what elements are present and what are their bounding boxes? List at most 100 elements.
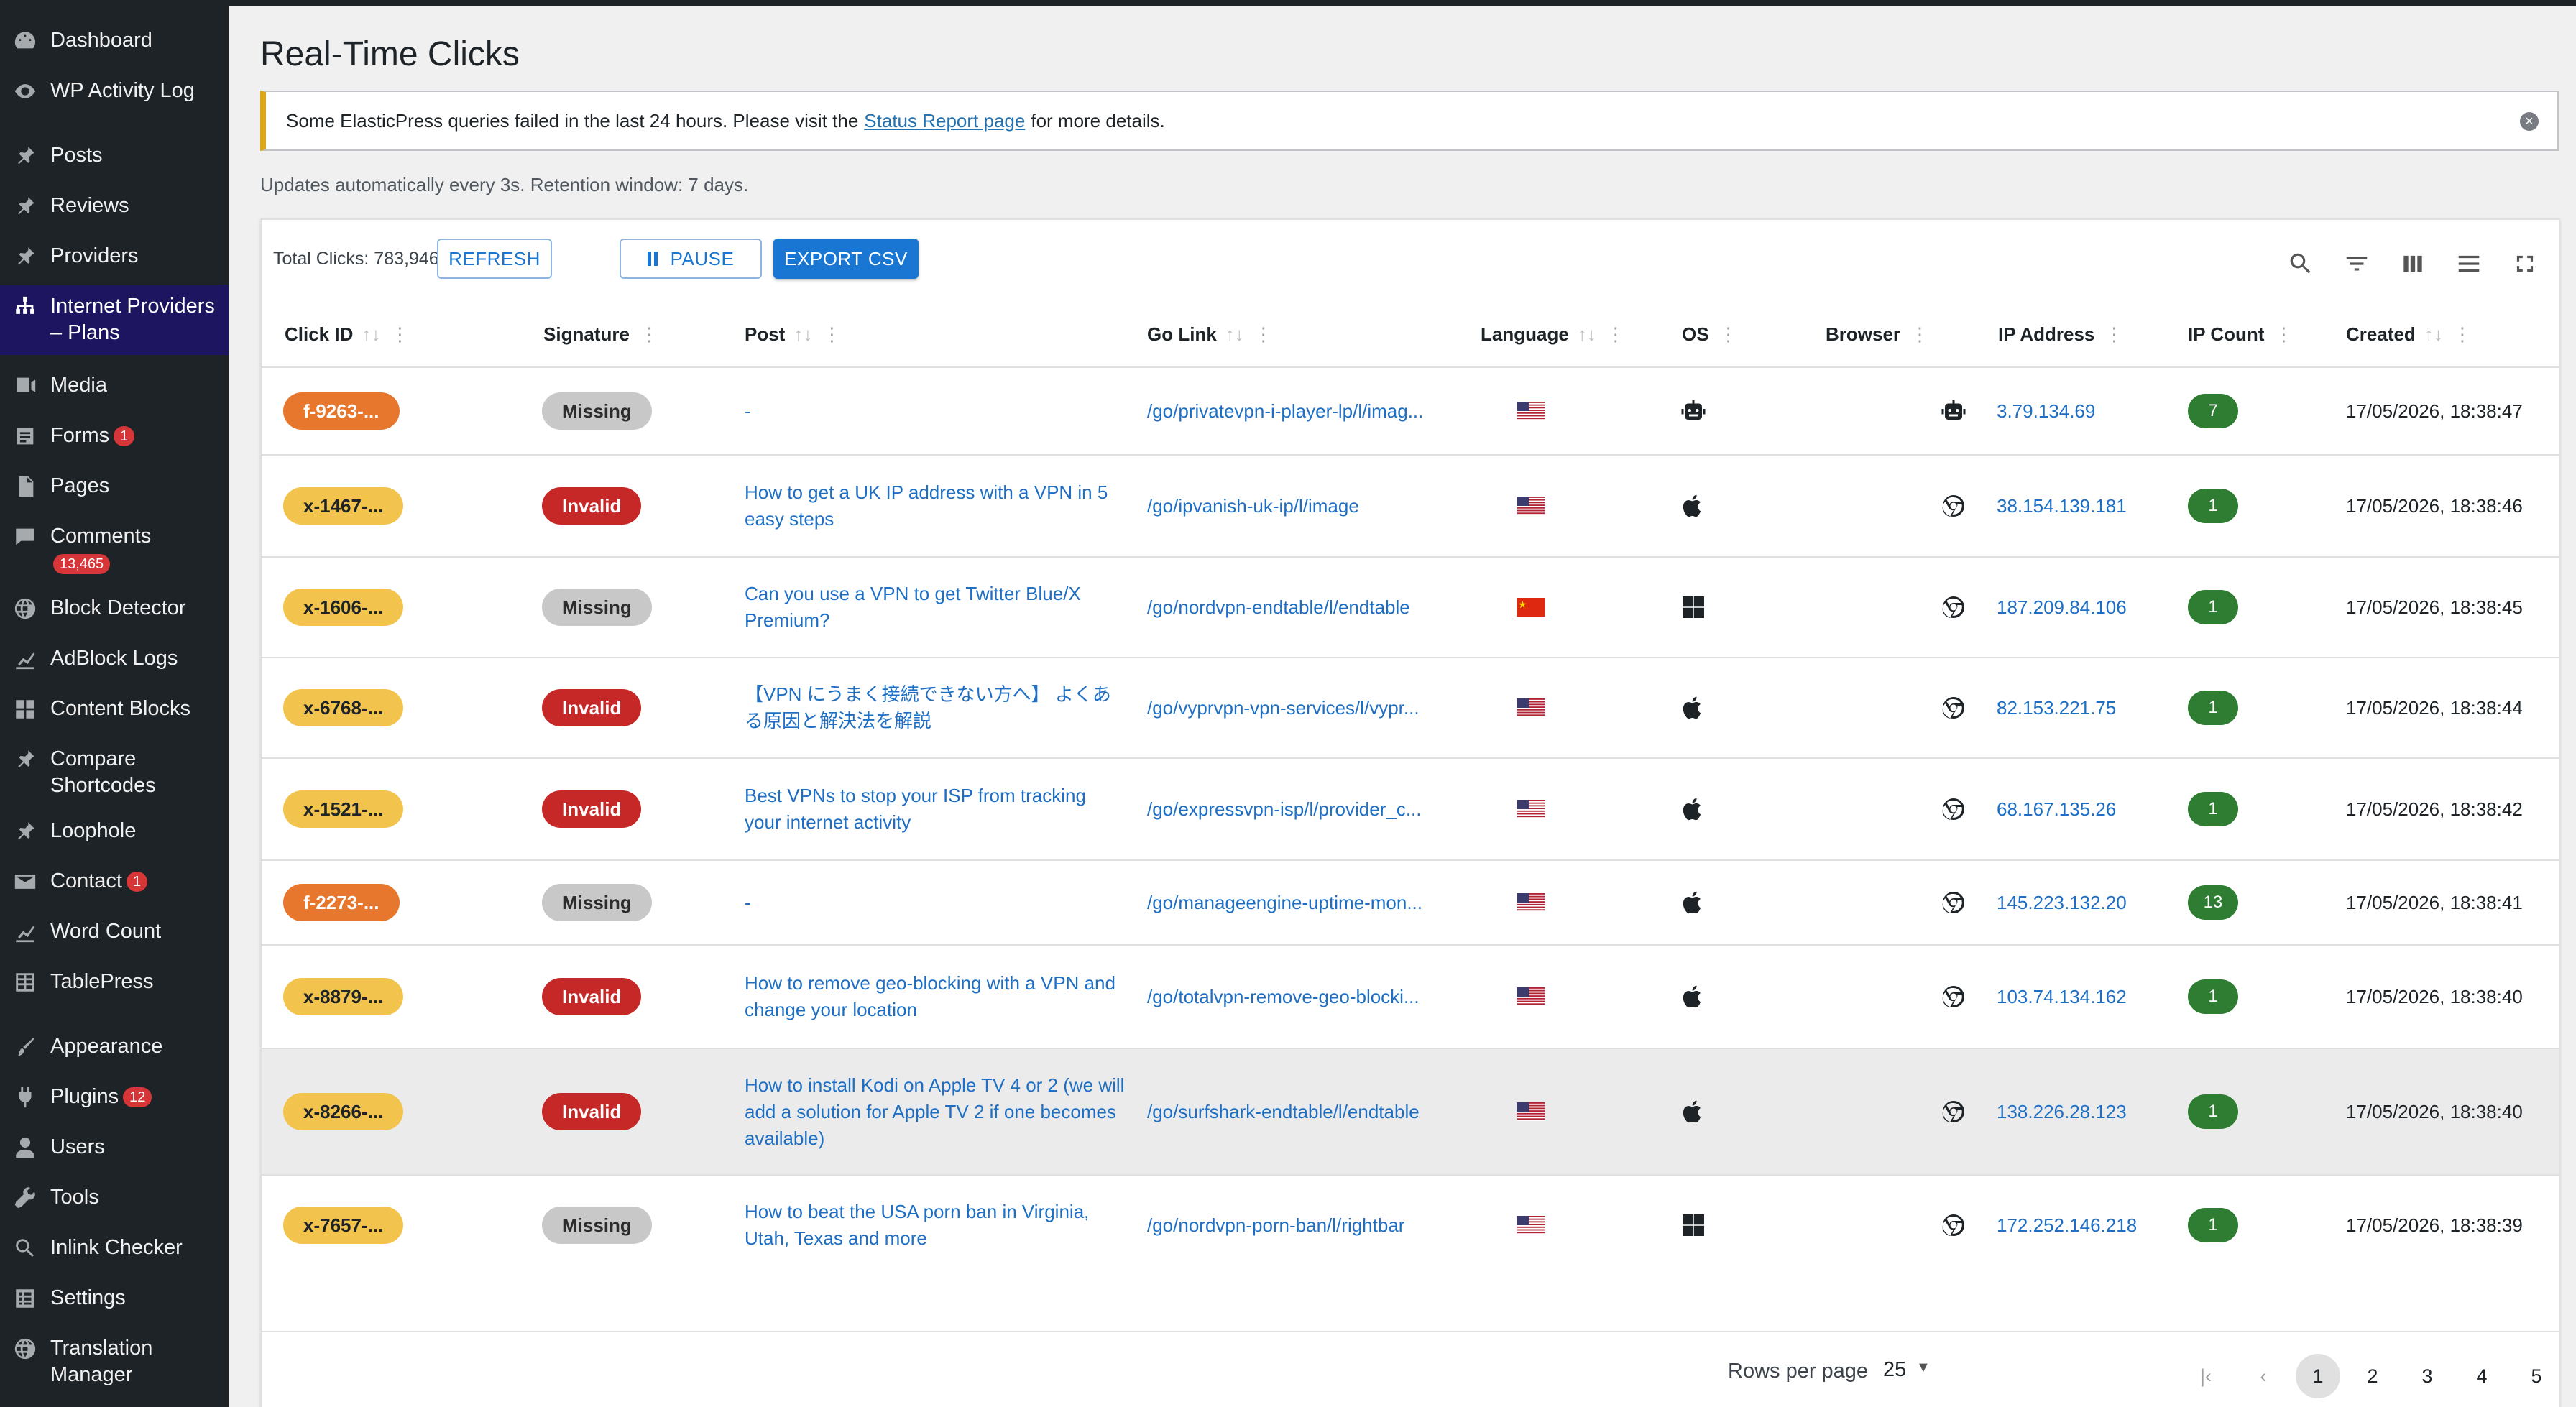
sidebar-item-loophole[interactable]: Loophole [0, 818, 229, 844]
post-link[interactable]: 【VPN にうまく接続できない方へ】 よくある原因と解決法を解説 [745, 681, 1126, 734]
table-row[interactable]: x-6768-... Invalid 【VPN にうまく接続できない方へ】 よくある… [262, 658, 2559, 759]
sort-icon[interactable]: ↑↓ [1578, 323, 1596, 346]
click-id-chip[interactable]: x-8879-... [283, 978, 404, 1015]
page-button[interactable]: 3 [2405, 1354, 2450, 1398]
sidebar-item-internet-providers-plans[interactable]: Internet Providers – Plans [0, 285, 229, 355]
ip-link[interactable]: 187.209.84.106 [1997, 596, 2127, 619]
table-row[interactable]: x-1467-... Invalid How to get a UK IP addr… [262, 456, 2559, 558]
page-button[interactable]: 1 [2296, 1354, 2340, 1398]
sidebar-item-reviews[interactable]: Reviews [0, 193, 229, 219]
col-created[interactable]: Created ↑↓ ⋮ [2346, 323, 2472, 346]
dismiss-icon[interactable]: × [2520, 112, 2539, 131]
sidebar-item-contact[interactable]: Contact 1 [0, 868, 229, 895]
sort-icon[interactable]: ↑↓ [794, 323, 812, 346]
post-link[interactable]: - [745, 398, 1126, 425]
go-link[interactable]: /go/totalvpn-remove-geo-blocki... [1147, 986, 1420, 1008]
sidebar-item-inlink-checker[interactable]: Inlink Checker [0, 1235, 229, 1261]
rows-per-page-select[interactable]: 25 [1883, 1358, 1906, 1382]
post-link[interactable]: Can you use a VPN to get Twitter Blue/X … [745, 581, 1126, 634]
col-ip-count[interactable]: IP Count ⋮ [2188, 323, 2293, 346]
sidebar-item-appearance[interactable]: Appearance [0, 1033, 229, 1060]
go-link[interactable]: /go/nordvpn-endtable/l/endtable [1147, 596, 1410, 619]
ip-link[interactable]: 103.74.134.162 [1997, 986, 2127, 1008]
post-link[interactable]: How to install Kodi on Apple TV 4 or 2 (… [745, 1072, 1126, 1152]
sidebar-item-providers[interactable]: Providers [0, 243, 229, 269]
post-link[interactable]: How to get a UK IP address with a VPN in… [745, 479, 1126, 532]
refresh-button[interactable]: REFRESH [437, 239, 552, 279]
sidebar-item-translation-manager[interactable]: Translation Manager [0, 1335, 229, 1388]
sort-icon[interactable]: ↑↓ [362, 323, 380, 346]
col-click-id[interactable]: Click ID ↑↓ ⋮ [285, 323, 409, 346]
sidebar-item-compare-shortcodes[interactable]: Compare Shortcodes [0, 746, 229, 799]
page-button[interactable]: 5 [2514, 1354, 2559, 1398]
pause-button[interactable]: PAUSE [620, 239, 762, 279]
chevron-down-icon[interactable]: ▼ [1916, 1360, 1931, 1376]
sidebar-item-settings[interactable]: Settings [0, 1285, 229, 1311]
fullscreen-icon[interactable] [2511, 250, 2539, 277]
ip-link[interactable]: 3.79.134.69 [1997, 400, 2095, 423]
table-row[interactable]: x-8879-... Invalid How to remove geo-block… [262, 946, 2559, 1049]
status-report-link[interactable]: Status Report page [864, 110, 1025, 132]
go-link[interactable]: /go/expressvpn-isp/l/provider_c... [1147, 798, 1422, 821]
density-icon[interactable] [2455, 250, 2483, 277]
table-row[interactable]: x-8266-... Invalid How to install Kodi on … [262, 1049, 2559, 1176]
export-csv-button[interactable]: EXPORT CSV [773, 239, 919, 279]
sidebar-item-dashboard[interactable]: Dashboard [0, 27, 229, 54]
click-id-chip[interactable]: f-2273-... [283, 884, 400, 921]
table-row[interactable]: x-1521-... Invalid Best VPNs to stop your … [262, 759, 2559, 861]
col-signature[interactable]: Signature ⋮ [543, 323, 658, 346]
ip-link[interactable]: 145.223.132.20 [1997, 892, 2127, 914]
sidebar-item-users[interactable]: Users [0, 1134, 229, 1161]
sidebar-item-comments[interactable]: Comments 13,465 [0, 523, 229, 574]
col-browser[interactable]: Browser ⋮ [1826, 323, 1929, 346]
ip-link[interactable]: 138.226.28.123 [1997, 1101, 2127, 1123]
click-id-chip[interactable]: x-8266-... [283, 1093, 404, 1130]
column-menu-icon[interactable]: ⋮ [390, 323, 409, 346]
column-menu-icon[interactable]: ⋮ [2274, 323, 2293, 346]
col-post[interactable]: Post ↑↓ ⋮ [745, 323, 841, 346]
col-ip-address[interactable]: IP Address ⋮ [1998, 323, 2123, 346]
sidebar-item-forms[interactable]: Forms 1 [0, 423, 229, 449]
filter-icon[interactable] [2343, 250, 2370, 277]
post-link[interactable]: How to remove geo-blocking with a VPN an… [745, 970, 1126, 1023]
go-link[interactable]: /go/manageengine-uptime-mon... [1147, 892, 1422, 914]
page-button[interactable]: 4 [2460, 1354, 2504, 1398]
sort-icon[interactable]: ↑↓ [1225, 323, 1244, 346]
sidebar-item-tools[interactable]: Tools [0, 1184, 229, 1211]
go-link[interactable]: /go/privatevpn-i-player-lp/l/imag... [1147, 400, 1423, 423]
click-id-chip[interactable]: x-6768-... [283, 689, 404, 726]
ip-link[interactable]: 68.167.135.26 [1997, 798, 2116, 821]
sidebar-item-wp-activity-log[interactable]: WP Activity Log [0, 78, 229, 104]
first-page-icon[interactable]: |‹ [2184, 1354, 2228, 1398]
table-row[interactable]: x-7657-... Missing How to beat the USA por… [262, 1176, 2559, 1266]
sidebar-item-word-count[interactable]: Word Count [0, 918, 229, 945]
search-icon[interactable] [2287, 250, 2314, 277]
column-menu-icon[interactable]: ⋮ [2453, 323, 2472, 346]
click-id-chip[interactable]: x-1467-... [283, 487, 404, 525]
sidebar-item-block-detector[interactable]: Block Detector [0, 595, 229, 622]
sidebar-item-media[interactable]: Media [0, 372, 229, 399]
table-row[interactable]: f-2273-... Missing -/go/manageengine-uptim… [262, 861, 2559, 946]
column-menu-icon[interactable]: ⋮ [2104, 323, 2123, 346]
ip-link[interactable]: 172.252.146.218 [1997, 1214, 2137, 1237]
ip-link[interactable]: 82.153.221.75 [1997, 697, 2116, 719]
sidebar-item-plugins[interactable]: Plugins 12 [0, 1084, 229, 1110]
sidebar-item-pages[interactable]: Pages [0, 473, 229, 499]
click-id-chip[interactable]: x-1606-... [283, 589, 404, 626]
column-menu-icon[interactable]: ⋮ [1254, 323, 1273, 346]
post-link[interactable]: How to beat the USA porn ban in Virginia… [745, 1199, 1126, 1252]
click-id-chip[interactable]: x-1521-... [283, 790, 404, 828]
click-id-chip[interactable]: x-7657-... [283, 1207, 404, 1244]
col-language[interactable]: Language ↑↓ ⋮ [1481, 323, 1625, 346]
page-button[interactable]: 2 [2350, 1354, 2395, 1398]
sidebar-item-adblock-logs[interactable]: AdBlock Logs [0, 645, 229, 672]
table-row[interactable]: f-9263-... Missing -/go/privatevpn-i-playe… [262, 368, 2559, 456]
column-menu-icon[interactable]: ⋮ [1719, 323, 1738, 346]
column-menu-icon[interactable]: ⋮ [1910, 323, 1929, 346]
post-link[interactable]: Best VPNs to stop your ISP from tracking… [745, 783, 1126, 836]
sidebar-item-posts[interactable]: Posts [0, 142, 229, 169]
col-go-link[interactable]: Go Link ↑↓ ⋮ [1147, 323, 1273, 346]
prev-page-icon[interactable]: ‹ [2241, 1354, 2286, 1398]
sidebar-item-tablepress[interactable]: TablePress [0, 969, 229, 995]
go-link[interactable]: /go/nordvpn-porn-ban/l/rightbar [1147, 1214, 1404, 1237]
